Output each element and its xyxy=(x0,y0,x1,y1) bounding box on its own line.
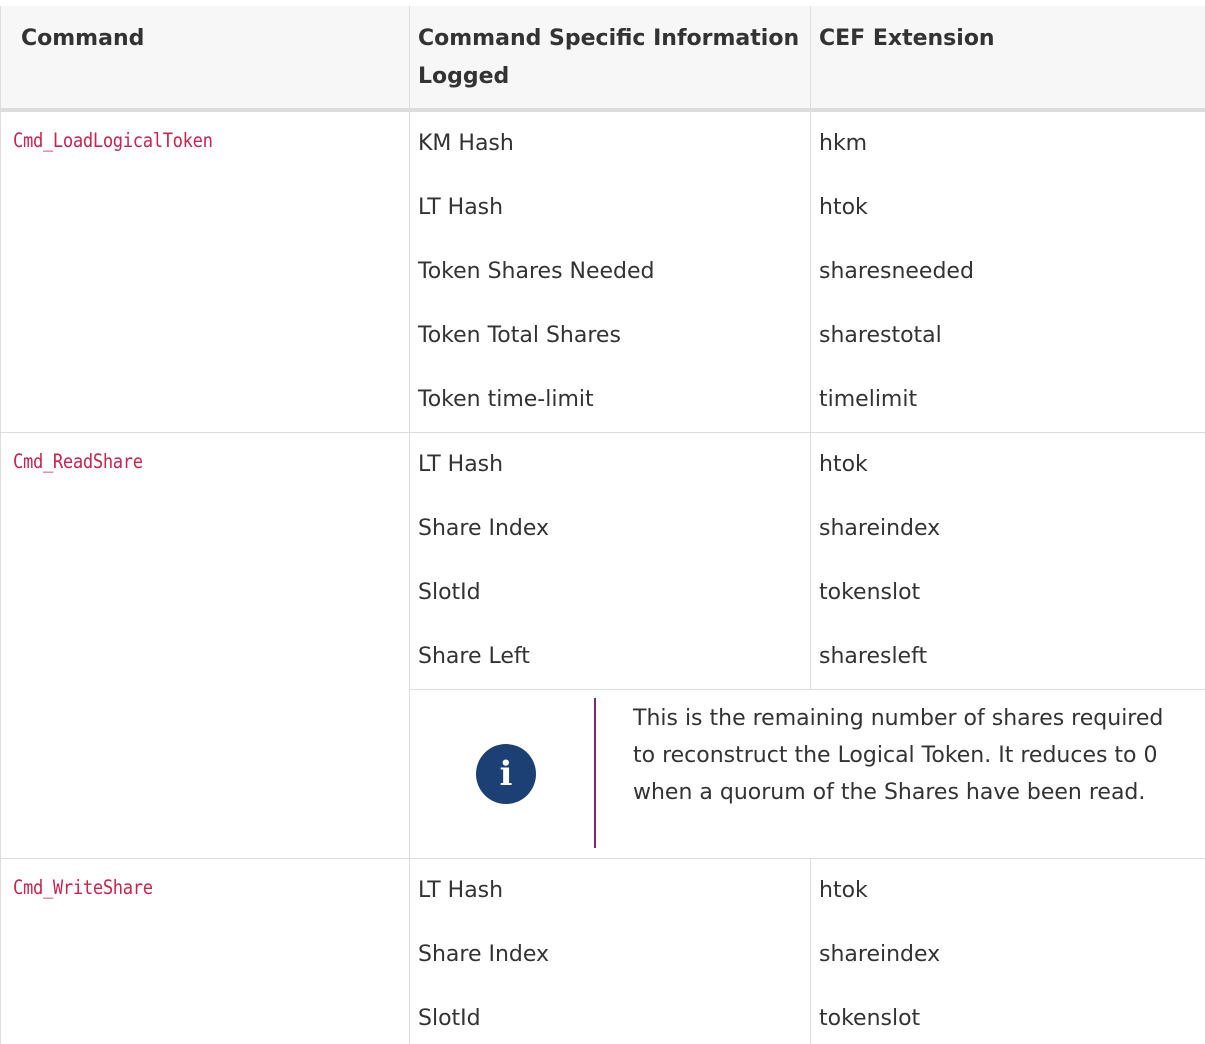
note-text: This is the remaining number of shares r… xyxy=(633,706,1164,805)
cef-cell: shareindex xyxy=(810,497,1205,561)
info-cell: Share Index xyxy=(409,923,811,987)
info-cell: KM Hash xyxy=(409,109,811,176)
info-cell: Token time-limit xyxy=(409,368,811,433)
command-name: Cmd_WriteShare xyxy=(13,876,153,899)
cef-cell: sharesleft xyxy=(810,625,1205,690)
cef-cell: timelimit xyxy=(810,368,1205,433)
cef-cell: htok xyxy=(810,176,1205,240)
table-header-row: Command Command Specific Information Log… xyxy=(0,6,1205,112)
cef-cell: shareindex xyxy=(810,923,1205,987)
table-row: Cmd_WriteShare LT Hash htok xyxy=(0,858,1205,1044)
info-cell: SlotId xyxy=(409,561,811,625)
note-cell: i This is the remaining number of shares… xyxy=(409,689,1205,859)
header-command: Command xyxy=(0,6,410,112)
info-cell: LT Hash xyxy=(409,176,811,240)
info-cell: LT Hash xyxy=(409,858,811,923)
command-cell: Cmd_ReadShare xyxy=(0,432,410,859)
table-row: Cmd_ReadShare LT Hash htok xyxy=(0,432,1205,859)
info-icon: i xyxy=(476,744,536,804)
command-table: Command Command Specific Information Log… xyxy=(0,6,1205,1044)
table-row: Cmd_LoadLogicalToken KM Hash hkm xyxy=(0,109,1205,433)
note-divider xyxy=(594,698,596,848)
cef-cell: tokenslot xyxy=(810,987,1205,1044)
command-cell: Cmd_LoadLogicalToken xyxy=(0,109,410,433)
admonition-note: i This is the remaining number of shares… xyxy=(410,690,1205,858)
info-cell: SlotId xyxy=(409,987,811,1044)
info-cell: Share Left xyxy=(409,625,811,690)
command-name: Cmd_ReadShare xyxy=(13,450,143,473)
info-cell: Token Shares Needed xyxy=(409,240,811,304)
info-cell: LT Hash xyxy=(409,432,811,497)
page: Command Command Specific Information Log… xyxy=(0,0,1205,1044)
cef-cell: tokenslot xyxy=(810,561,1205,625)
header-cef: CEF Extension xyxy=(810,6,1205,112)
header-info: Command Specific Information Logged xyxy=(409,6,811,112)
info-cell: Token Total Shares xyxy=(409,304,811,368)
cef-cell: sharestotal xyxy=(810,304,1205,368)
cef-cell: sharesneeded xyxy=(810,240,1205,304)
command-name: Cmd_LoadLogicalToken xyxy=(13,129,213,152)
cef-cell: htok xyxy=(810,432,1205,497)
cef-cell: htok xyxy=(810,858,1205,923)
info-cell: Share Index xyxy=(409,497,811,561)
cef-cell: hkm xyxy=(810,109,1205,176)
command-cell: Cmd_WriteShare xyxy=(0,858,410,1044)
